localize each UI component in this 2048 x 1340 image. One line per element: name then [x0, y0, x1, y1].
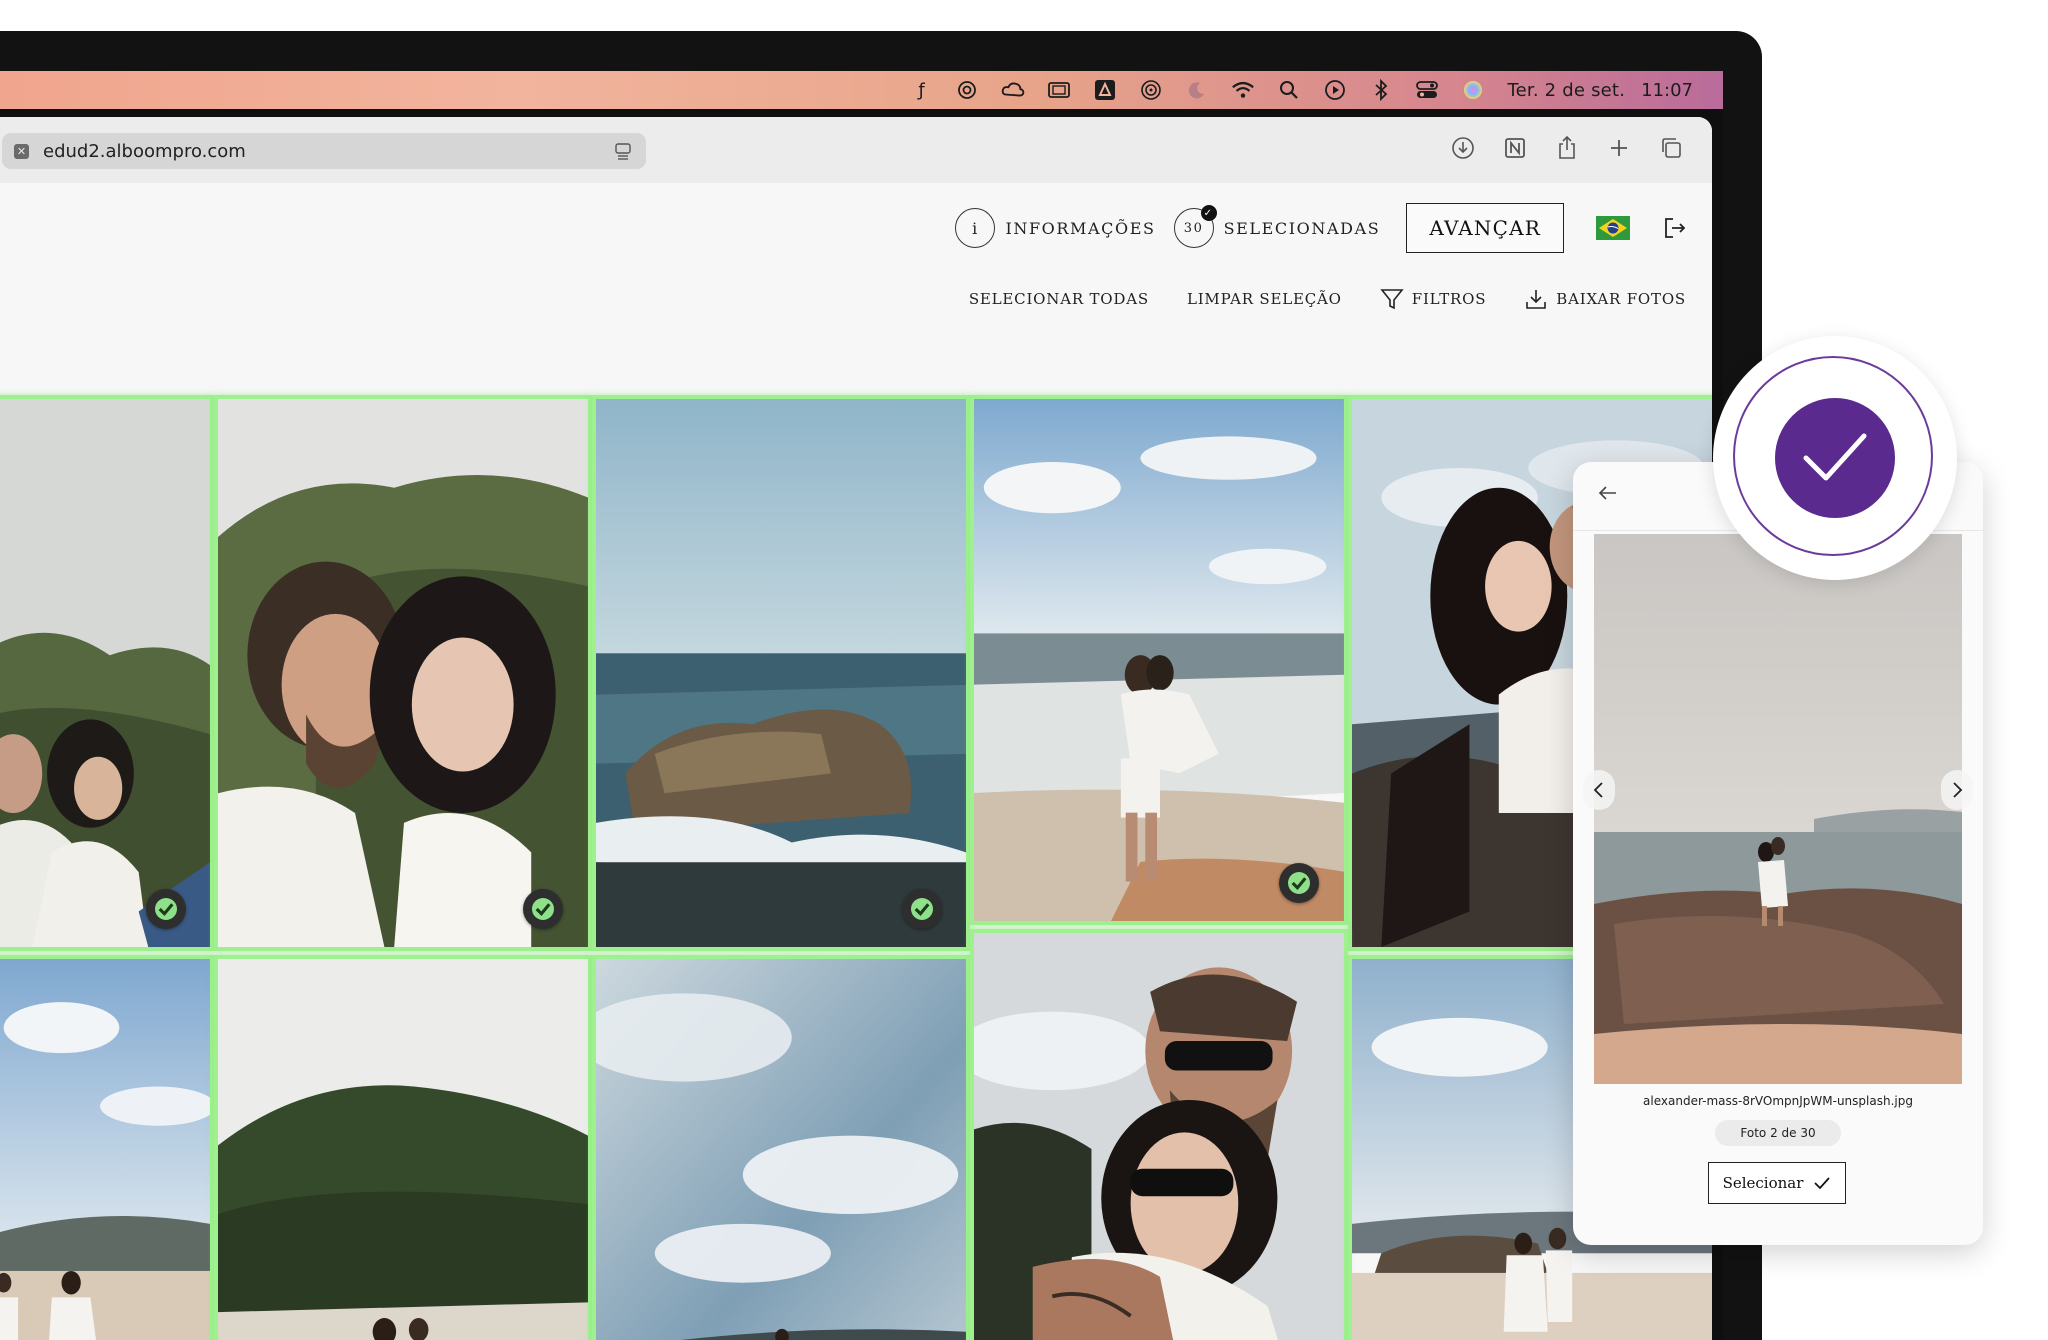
control-center-icon[interactable] [1415, 78, 1439, 102]
info-icon-letter: i [972, 218, 979, 238]
photo-tile[interactable] [214, 395, 592, 951]
download-photos-button[interactable]: BAIXAR FOTOS [1524, 287, 1686, 311]
selected-check-icon[interactable] [1279, 863, 1319, 903]
download-photos-label: BAIXAR FOTOS [1556, 290, 1686, 308]
photo-filename: alexander-mass-8rVOmpnJpWM-unsplash.jpg [1643, 1094, 1913, 1108]
address-bar-url[interactable]: edud2.alboompro.com [43, 141, 246, 162]
selected-check-icon[interactable] [902, 889, 942, 929]
moon-icon[interactable] [1185, 78, 1209, 102]
selected-label: SELECIONADAS [1223, 218, 1381, 238]
selected-count: 30 [1183, 220, 1204, 236]
photo-rock-sea [596, 399, 966, 947]
photo-tile[interactable] [214, 955, 592, 1340]
selected-check-icon[interactable] [523, 889, 563, 929]
affinity-icon[interactable] [1093, 78, 1117, 102]
play-icon[interactable] [1323, 78, 1347, 102]
siri-icon[interactable] [1461, 78, 1485, 102]
select-photo-label: Selecionar [1722, 1174, 1804, 1192]
laptop-frame: ƒ Ter. 2 de set. 11:07 ✕ edud2.alboompro… [0, 31, 1762, 1340]
select-all-label: SELECIONAR TODAS [968, 290, 1149, 308]
advance-button[interactable]: AVANÇAR [1406, 203, 1564, 253]
photo-tile[interactable] [970, 395, 1348, 925]
selected-check-icon[interactable] [146, 889, 186, 929]
photo-beach-carry [974, 399, 1344, 921]
airdrop-icon[interactable] [1139, 78, 1163, 102]
photo-tile[interactable] [970, 929, 1348, 1340]
photo-couple-closeup [218, 399, 588, 947]
figma-icon[interactable]: ƒ [909, 78, 933, 102]
preview-photo [1594, 534, 1962, 1084]
photo-tile[interactable] [592, 395, 970, 951]
check-badge-icon: ✓ [1200, 205, 1217, 221]
share-icon[interactable] [1554, 135, 1580, 161]
window-icon[interactable] [1047, 78, 1071, 102]
notion-icon[interactable] [1502, 135, 1528, 161]
filters-button[interactable]: FILTROS [1380, 287, 1487, 311]
big-checkmark-icon [1775, 398, 1895, 518]
wifi-icon[interactable] [1231, 78, 1255, 102]
chevron-right-icon [1953, 782, 1963, 798]
photo-beach-dance [0, 959, 210, 1340]
mac-menubar: ƒ Ter. 2 de set. 11:07 [0, 71, 1723, 109]
checkmark-icon [1814, 1177, 1831, 1190]
photo-green-hill [218, 959, 588, 1340]
filters-label: FILTROS [1411, 290, 1487, 308]
previous-photo-button[interactable] [1583, 770, 1615, 810]
clear-selection-button[interactable]: LIMPAR SELEÇÃO [1187, 290, 1342, 308]
toolbar-icons [1450, 135, 1684, 161]
chevron-left-icon [1593, 782, 1603, 798]
download-icon[interactable] [1450, 135, 1476, 161]
bluetooth-icon[interactable] [1369, 78, 1393, 102]
download-tray-icon [1526, 290, 1547, 309]
photo-tile[interactable] [592, 955, 970, 1340]
tabs-overview-icon[interactable] [1658, 135, 1684, 161]
photo-sky-clouds [596, 959, 966, 1340]
clear-selection-label: LIMPAR SELEÇÃO [1186, 290, 1342, 308]
back-arrow-icon[interactable] [1595, 480, 1621, 506]
address-bar[interactable]: ✕ edud2.alboompro.com [2, 133, 646, 169]
browser-toolbar: ✕ edud2.alboompro.com [0, 117, 1712, 184]
new-tab-icon[interactable] [1606, 135, 1632, 161]
site-top-nav: i INFORMAÇÕES 30 ✓ SELECIONADAS AVANÇAR [955, 203, 1688, 253]
menubar-date[interactable]: Ter. 2 de set. [1507, 80, 1625, 101]
photo-preview-panel: alexander-mass-8rVOmpnJpWM-unsplash.jpg … [1573, 462, 1983, 1245]
photo-grid [0, 395, 1712, 1340]
selected-link[interactable]: 30 ✓ SELECIONADAS [1173, 205, 1381, 248]
search-icon[interactable] [1277, 78, 1301, 102]
gallery-actions: SELECIONAR TODAS LIMPAR SELEÇÃO FILTROS … [969, 287, 1686, 311]
photo-couple-hill [0, 399, 210, 947]
info-label: INFORMAÇÕES [1005, 218, 1156, 238]
select-all-button[interactable]: SELECIONAR TODAS [969, 290, 1149, 308]
photo-counter: Foto 2 de 30 [1715, 1120, 1841, 1146]
logout-icon[interactable] [1662, 215, 1688, 241]
photo-couple-on-rock [1594, 534, 1962, 1084]
info-icon: i [955, 208, 996, 248]
laptop-screen: ƒ Ter. 2 de set. 11:07 ✕ edud2.alboompro… [0, 71, 1723, 1340]
browser-window: ✕ edud2.alboompro.com i INFORMAÇÕES 30 ✓… [0, 117, 1712, 1340]
photo-tile[interactable] [0, 955, 214, 1340]
photo-sunglasses-hug [974, 933, 1344, 1340]
select-photo-button[interactable]: Selecionar [1708, 1162, 1846, 1204]
filter-icon [1380, 289, 1404, 310]
selected-count-icon: 30 ✓ [1173, 205, 1217, 248]
creative-cloud-icon[interactable] [1001, 78, 1025, 102]
brazil-flag-icon[interactable] [1596, 216, 1630, 240]
menubar-time[interactable]: 11:07 [1641, 80, 1693, 101]
selection-confirm-badge [1713, 336, 1957, 580]
gallery-site: i INFORMAÇÕES 30 ✓ SELECIONADAS AVANÇAR [0, 183, 1712, 1340]
next-photo-button[interactable] [1941, 770, 1973, 810]
close-tab-icon[interactable]: ✕ [14, 143, 29, 159]
photo-tile[interactable] [0, 395, 214, 951]
chatgpt-icon[interactable] [955, 78, 979, 102]
info-link[interactable]: i INFORMAÇÕES [955, 208, 1155, 248]
reader-mode-icon[interactable] [614, 142, 632, 160]
